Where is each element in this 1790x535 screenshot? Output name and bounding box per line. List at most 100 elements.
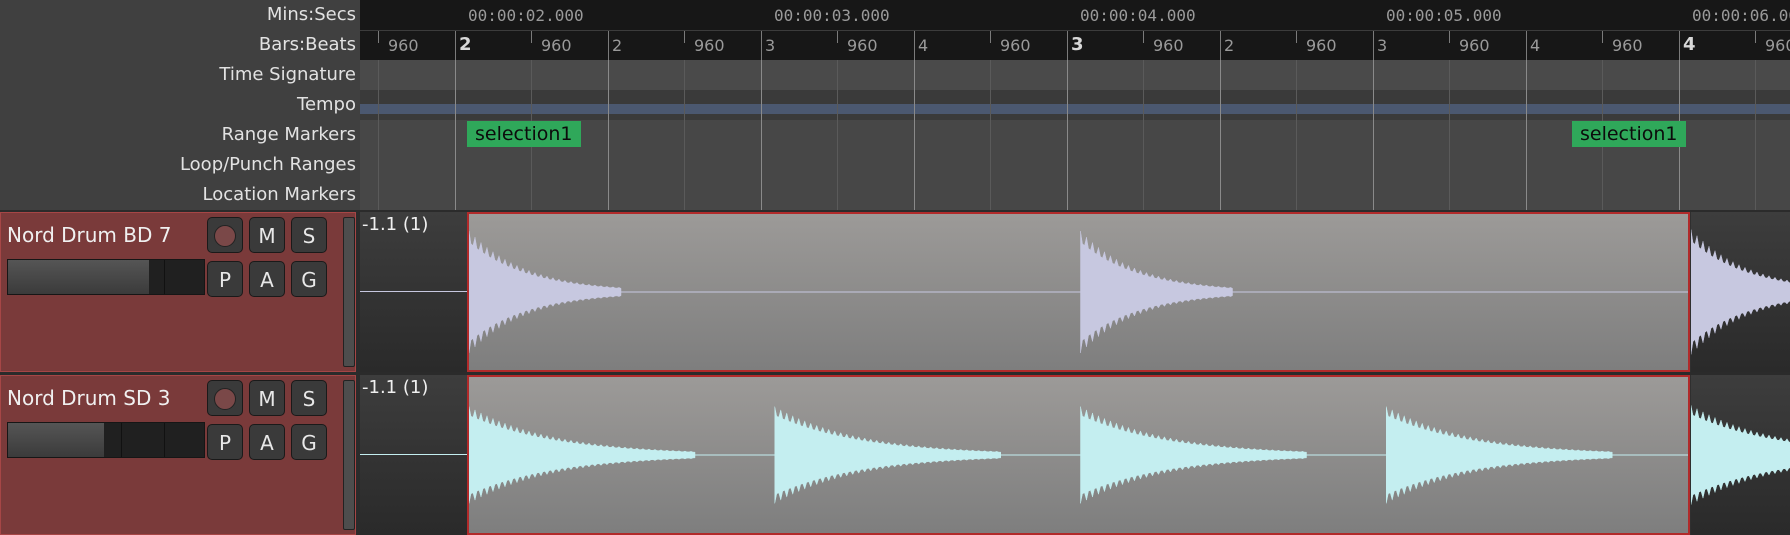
region-selected[interactable] [467, 212, 1690, 372]
track-canvas-sd[interactable]: -1.1 (1) [360, 375, 1790, 535]
bbt-tick [531, 31, 532, 43]
ruler-labels-column: Mins:Secs Bars:Beats Time Signature Temp… [0, 0, 360, 210]
region-post[interactable] [1691, 375, 1790, 535]
bbt-label: 3 [765, 36, 776, 55]
grid-line [914, 60, 915, 210]
record-arm-button[interactable] [207, 217, 243, 253]
group-button[interactable]: G [291, 424, 327, 460]
waveform-baseline [360, 291, 467, 292]
bbt-tick [378, 31, 379, 43]
bbt-tick [1296, 31, 1297, 43]
track-header-bd[interactable]: Nord Drum BD 7 M S P A G [0, 212, 356, 372]
grid-line [684, 60, 685, 210]
grid-line [990, 60, 991, 210]
bbt-label: 960 [1000, 36, 1031, 55]
waveform-hit [1386, 406, 1613, 504]
fader-mark [121, 423, 122, 457]
bbt-label: 960 [1459, 36, 1490, 55]
region-pre[interactable]: -1.1 (1) [360, 212, 467, 372]
grid-line [455, 60, 456, 210]
mins-secs-ruler[interactable]: 00:00:02.000 00:00:03.000 00:00:04.000 0… [360, 0, 1790, 30]
automation-button[interactable]: A [249, 424, 285, 460]
tempo-curve[interactable] [360, 104, 1790, 114]
track-scrollbar[interactable] [343, 217, 355, 367]
bbt-tick [455, 31, 456, 61]
bbt-label: 960 [1612, 36, 1643, 55]
bbt-label: 2 [459, 34, 472, 55]
bbt-tick [1449, 31, 1450, 43]
waveform-hit [1691, 405, 1790, 505]
bbt-tick [608, 31, 609, 61]
grid-line [608, 60, 609, 210]
track-name[interactable]: Nord Drum SD 3 [7, 386, 170, 410]
group-button[interactable]: G [291, 261, 327, 297]
bbt-tick [1067, 31, 1068, 61]
bbt-label: 3 [1377, 36, 1388, 55]
timecode-label: 00:00:06.000 [1692, 6, 1790, 25]
record-arm-button[interactable] [207, 380, 243, 416]
bbt-tick [1220, 31, 1221, 61]
bbt-tick [1373, 31, 1374, 61]
bbt-label: 2 [612, 36, 623, 55]
ruler-area[interactable]: 00:00:02.000 00:00:03.000 00:00:04.000 0… [360, 0, 1790, 210]
range-marker-start[interactable]: selection1 [467, 121, 581, 147]
mute-button[interactable]: M [249, 217, 285, 253]
timecode-label: 00:00:04.000 [1080, 6, 1196, 25]
ruler-label-range-markers[interactable]: Range Markers [222, 120, 356, 150]
track-header-sd[interactable]: Nord Drum SD 3 M S P A G [0, 375, 356, 535]
bbt-tick [1755, 31, 1756, 43]
bbt-label: 4 [1530, 36, 1541, 55]
ruler-label-loop-punch[interactable]: Loop/Punch Ranges [180, 150, 356, 180]
ruler-label-tempo[interactable]: Tempo [297, 90, 356, 120]
region-pre[interactable]: -1.1 (1) [360, 375, 467, 535]
region-selected[interactable] [467, 375, 1690, 535]
ruler-label-mins-secs[interactable]: Mins:Secs [267, 0, 356, 30]
bbt-label: 960 [541, 36, 572, 55]
grid-line [1220, 60, 1221, 210]
record-icon [214, 388, 236, 410]
ruler-label-time-signature[interactable]: Time Signature [219, 60, 356, 90]
solo-button[interactable]: S [291, 217, 327, 253]
bbt-label: 4 [1683, 34, 1696, 55]
region-post[interactable] [1691, 212, 1790, 372]
track-name[interactable]: Nord Drum BD 7 [7, 223, 171, 247]
grid-line [1296, 60, 1297, 210]
playlist-button[interactable]: P [207, 424, 243, 460]
waveform [1691, 405, 1790, 505]
waveform-hit [774, 406, 1001, 504]
time-signature-ruler[interactable] [360, 60, 1790, 90]
bbt-label: 960 [1765, 36, 1790, 55]
bbt-label: 3 [1071, 34, 1084, 55]
grid-line [1449, 60, 1450, 210]
record-icon [214, 225, 236, 247]
solo-button[interactable]: S [291, 380, 327, 416]
automation-button[interactable]: A [249, 261, 285, 297]
fader-fill [8, 423, 105, 457]
waveform-hit [469, 231, 622, 353]
track-canvas-bd[interactable]: -1.1 (1) [360, 212, 1790, 372]
range-marker-end[interactable]: selection1 [1572, 121, 1686, 147]
timecode-label: 00:00:03.000 [774, 6, 890, 25]
waveform [469, 406, 1688, 504]
bbt-label: 960 [388, 36, 419, 55]
loop-punch-ruler[interactable] [360, 150, 1790, 180]
bars-beats-ruler[interactable]: 960 2 960 2 960 3 960 4 960 3 960 2 960 3 960 4 960 4 960 [360, 30, 1790, 61]
waveform-hit [1080, 231, 1233, 353]
region-name: -1.1 (1) [362, 214, 429, 235]
playlist-button[interactable]: P [207, 261, 243, 297]
fader-mark [164, 260, 165, 294]
waveform-baseline [360, 454, 467, 455]
bbt-label: 960 [694, 36, 725, 55]
timecode-label: 00:00:05.000 [1386, 6, 1502, 25]
timecode-label: 00:00:02.000 [468, 6, 584, 25]
gain-fader[interactable] [7, 422, 205, 458]
bbt-label: 2 [1224, 36, 1235, 55]
grid-line [1373, 60, 1374, 210]
ruler-label-bars-beats[interactable]: Bars:Beats [259, 30, 356, 60]
track-scrollbar[interactable] [343, 380, 355, 530]
bbt-tick [1526, 31, 1527, 61]
gain-fader[interactable] [7, 259, 205, 295]
mute-button[interactable]: M [249, 380, 285, 416]
location-markers-ruler[interactable] [360, 180, 1790, 210]
ruler-label-location-markers[interactable]: Location Markers [203, 180, 356, 210]
